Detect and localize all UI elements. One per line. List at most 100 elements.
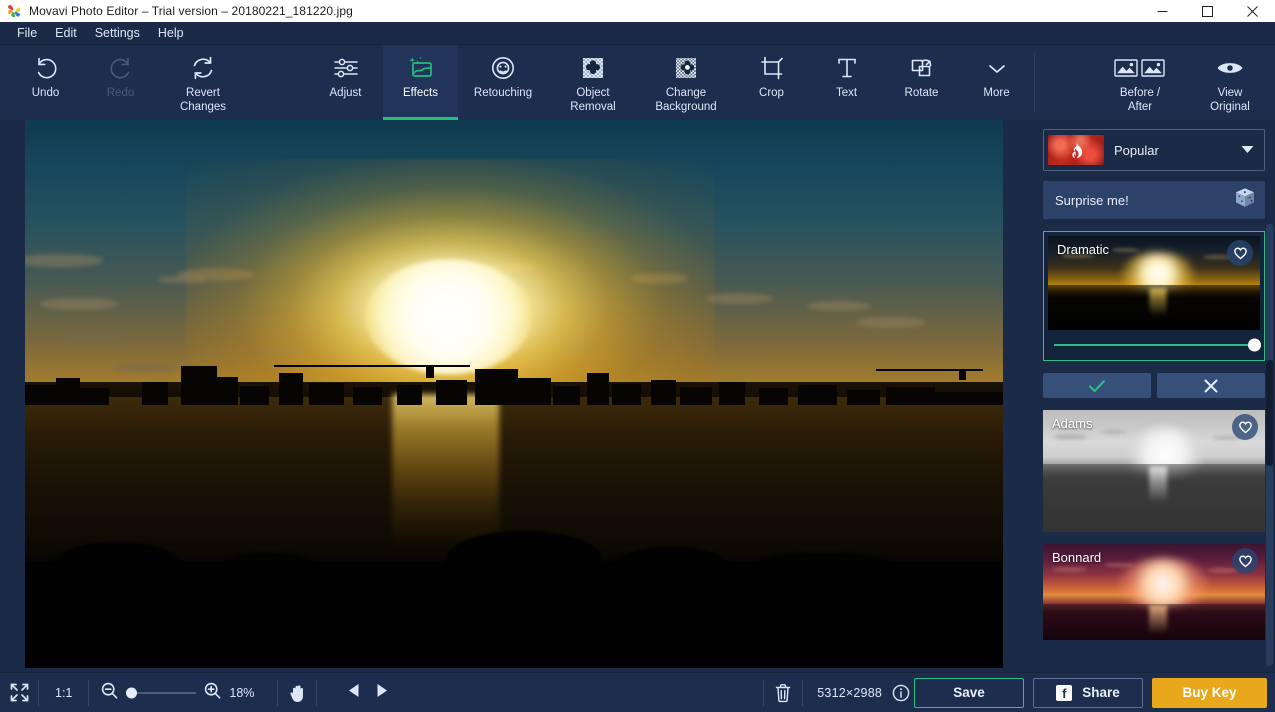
thumb-reflection: [1149, 466, 1168, 503]
toolbar-text[interactable]: Text: [809, 45, 884, 120]
zoom-in-icon[interactable]: [204, 682, 221, 704]
heart-icon[interactable]: [1227, 240, 1253, 266]
image-navigation: [317, 683, 389, 703]
chevron-down-icon: [985, 53, 1009, 83]
toolbar-undo[interactable]: Undo: [8, 45, 83, 120]
effect-card-dramatic[interactable]: Dramatic: [1043, 231, 1265, 361]
zoom-percent-label: 18%: [229, 685, 255, 700]
toolbar-undo-label: Undo: [31, 87, 60, 99]
toolbar-view-original[interactable]: View Original: [1185, 45, 1275, 120]
object-removal-icon: [579, 53, 607, 83]
rotate-icon: [908, 53, 936, 83]
save-button[interactable]: Save: [914, 677, 1024, 708]
effects-scrollbar-thumb[interactable]: [1266, 360, 1273, 466]
effect-thumbnail-adams: Adams: [1043, 410, 1265, 532]
cancel-effect-button[interactable]: [1157, 373, 1265, 398]
effects-scrollbar[interactable]: [1266, 224, 1273, 666]
zoom-ratio-button[interactable]: 1:1: [39, 686, 88, 700]
toolbar-effects-label: Effects: [403, 87, 438, 99]
next-triangle-icon[interactable]: [375, 683, 389, 703]
close-button[interactable]: [1230, 0, 1275, 22]
trash-icon[interactable]: [764, 673, 802, 712]
revert-refresh-icon: [189, 53, 217, 83]
city-skyline: [25, 361, 1003, 405]
heart-icon[interactable]: [1232, 414, 1258, 440]
undo-arrow-icon: [32, 53, 60, 83]
toolbar-object-removal[interactable]: Object Removal: [548, 45, 638, 120]
effect-thumbnail-bonnard: Bonnard: [1043, 544, 1265, 640]
toolbar-redo[interactable]: Redo: [83, 45, 158, 120]
slider-track: [1054, 338, 1261, 352]
eye-icon: [1215, 53, 1245, 83]
main-toolbar: Undo Redo Revert Changes Adjust Effects …: [0, 45, 1275, 120]
toolbar-crop-label: Crop: [759, 87, 784, 99]
image-dimensions-label: 5312×2988: [817, 685, 882, 700]
fullscreen-expand-icon[interactable]: [0, 673, 38, 712]
previous-triangle-icon[interactable]: [347, 683, 361, 703]
toolbar-more[interactable]: More: [959, 45, 1034, 120]
menu-bar: File Edit Settings Help: [0, 22, 1275, 45]
menu-item-help[interactable]: Help: [149, 23, 193, 43]
thumb-reflection: [1149, 287, 1167, 316]
zoom-slider[interactable]: [126, 687, 197, 698]
menu-item-edit[interactable]: Edit: [46, 23, 86, 43]
toolbar-change-background[interactable]: Change Background: [638, 45, 734, 120]
effects-category-dropdown[interactable]: Popular: [1043, 129, 1265, 171]
toolbar-redo-label: Redo: [106, 87, 135, 99]
chevron-down-icon: [1241, 141, 1254, 159]
zoom-slider-knob[interactable]: [126, 687, 138, 698]
toolbar-object-removal-label: Object Removal: [570, 87, 616, 113]
thumb-sun: [1118, 558, 1208, 611]
editor-body: Popular Surprise me! Dramatic Adams Bonn…: [0, 120, 1275, 672]
toolbar-adjust[interactable]: Adjust: [308, 45, 383, 120]
toolbar-before-after[interactable]: Before / After: [1095, 45, 1185, 120]
crop-icon: [758, 53, 786, 83]
window-controls: [1140, 0, 1275, 22]
toolbar-before-after-label: Before / After: [1119, 87, 1161, 113]
share-button[interactable]: f Share: [1033, 677, 1143, 708]
toolbar-retouching-label: Retouching: [473, 87, 533, 99]
maximize-button[interactable]: [1185, 0, 1230, 22]
before-after-icon: [1114, 53, 1166, 83]
toolbar-effects[interactable]: Effects: [383, 45, 458, 120]
minimize-button[interactable]: [1140, 0, 1185, 22]
effect-card-adams[interactable]: Adams: [1043, 410, 1265, 532]
effects-list[interactable]: Dramatic Adams Bonnard: [1043, 231, 1265, 672]
toolbar-view-original-label: View Original: [1210, 87, 1250, 113]
bottom-status-bar: 1:1 18% 5312×2988 Save f Share Buy Key: [0, 672, 1275, 712]
toolbar-text-label: Text: [835, 87, 858, 99]
apply-effect-button[interactable]: [1043, 373, 1151, 398]
toolbar-rotate-label: Rotate: [904, 87, 939, 99]
image-canvas-area[interactable]: [0, 120, 1035, 672]
movavi-pinwheel-logo-icon: [6, 3, 22, 19]
toolbar-crop[interactable]: Crop: [734, 45, 809, 120]
info-circle-icon[interactable]: [888, 673, 914, 712]
toolbar-revert-changes[interactable]: Revert Changes: [158, 45, 248, 120]
window-title: Movavi Photo Editor – Trial version – 20…: [29, 4, 353, 18]
surprise-me-button[interactable]: Surprise me!: [1043, 181, 1265, 219]
effect-intensity-slider[interactable]: [1048, 330, 1261, 360]
dice-icon: [1233, 186, 1257, 215]
hand-pan-icon[interactable]: [278, 673, 316, 712]
menu-item-file[interactable]: File: [8, 23, 46, 43]
zoom-controls: 18%: [89, 682, 277, 704]
buy-key-button[interactable]: Buy Key: [1152, 677, 1267, 708]
toolbar-retouching[interactable]: Retouching: [458, 45, 548, 120]
change-background-icon: [672, 53, 700, 83]
effects-category-label: Popular: [1114, 142, 1159, 158]
zoom-out-icon[interactable]: [101, 682, 118, 704]
effects-sparkle-icon: [407, 53, 435, 83]
toolbar-more-label: More: [983, 87, 1010, 99]
toolbar-revert-changes-label: Revert Changes: [179, 87, 227, 113]
menu-item-settings[interactable]: Settings: [86, 23, 149, 43]
title-bar: Movavi Photo Editor – Trial version – 20…: [0, 0, 1275, 22]
effect-name-adams: Adams: [1052, 416, 1093, 431]
slider-knob[interactable]: [1248, 338, 1261, 352]
flame-icon: [1048, 135, 1104, 165]
face-retouch-icon: [489, 53, 517, 83]
surprise-me-label: Surprise me!: [1055, 192, 1129, 208]
effect-card-bonnard[interactable]: Bonnard: [1043, 544, 1265, 640]
toolbar-rotate[interactable]: Rotate: [884, 45, 959, 120]
facebook-icon: f: [1056, 684, 1073, 701]
heart-icon[interactable]: [1232, 548, 1258, 574]
